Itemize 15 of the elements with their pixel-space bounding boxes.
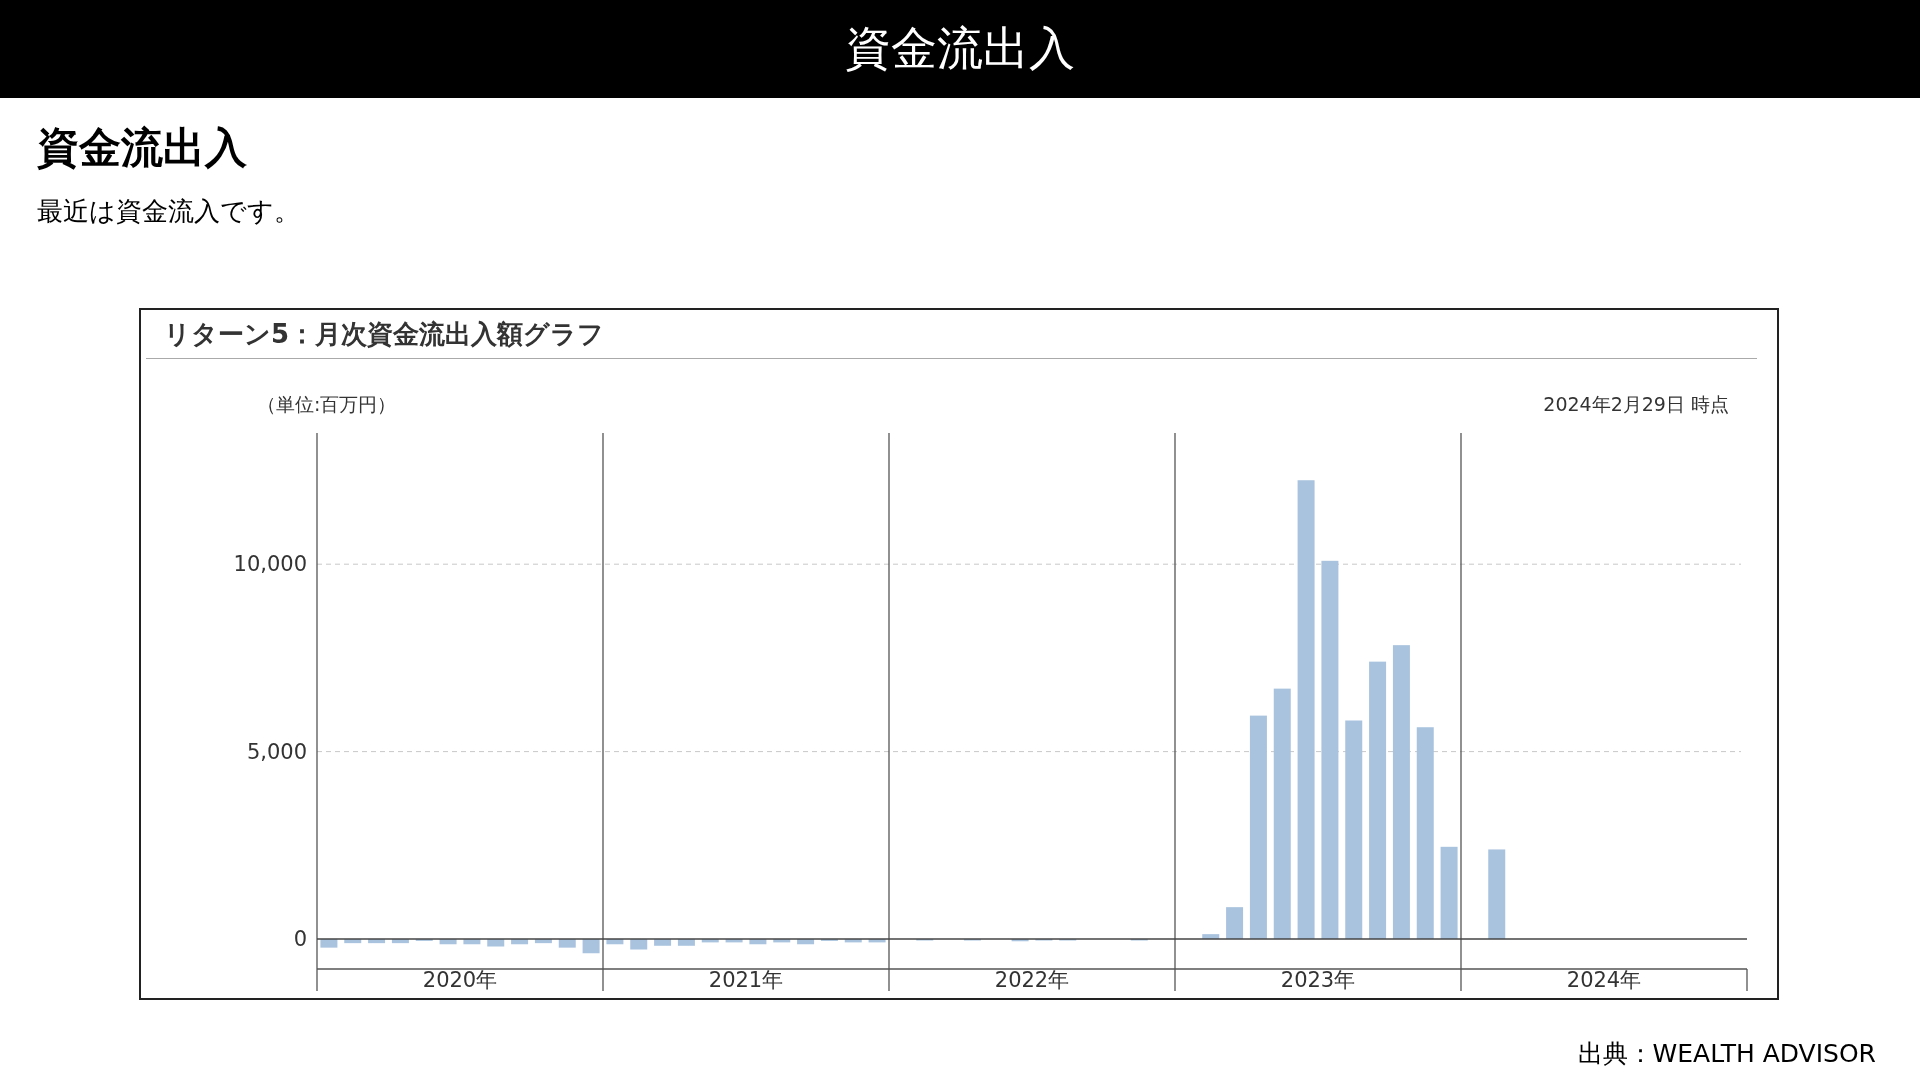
y-tick-label: 0 [293,927,307,951]
section-heading: 資金流出入 [37,122,248,174]
x-tick-label: 2023年 [1280,968,1356,992]
x-tick-label: 2020年 [422,968,498,992]
source-credit: 出典：WEALTH ADVISOR [1577,1038,1876,1070]
unit-label: （単位:百万円） [257,393,397,415]
page-title: 資金流出入 [845,20,1075,77]
as-of-date: 2024年2月29日 時点 [1543,393,1729,415]
x-tick-label: 2024年 [1566,968,1642,992]
x-tick-label: 2021年 [708,968,784,992]
chart-title: リターン5：月次資金流出入額グラフ [146,310,1757,359]
x-tick-label: 2022年 [994,968,1070,992]
y-tick-label: 10,000 [233,552,307,577]
summary-text: 最近は資金流入です。 [37,195,301,228]
y-tick-label: 5,000 [246,739,307,764]
